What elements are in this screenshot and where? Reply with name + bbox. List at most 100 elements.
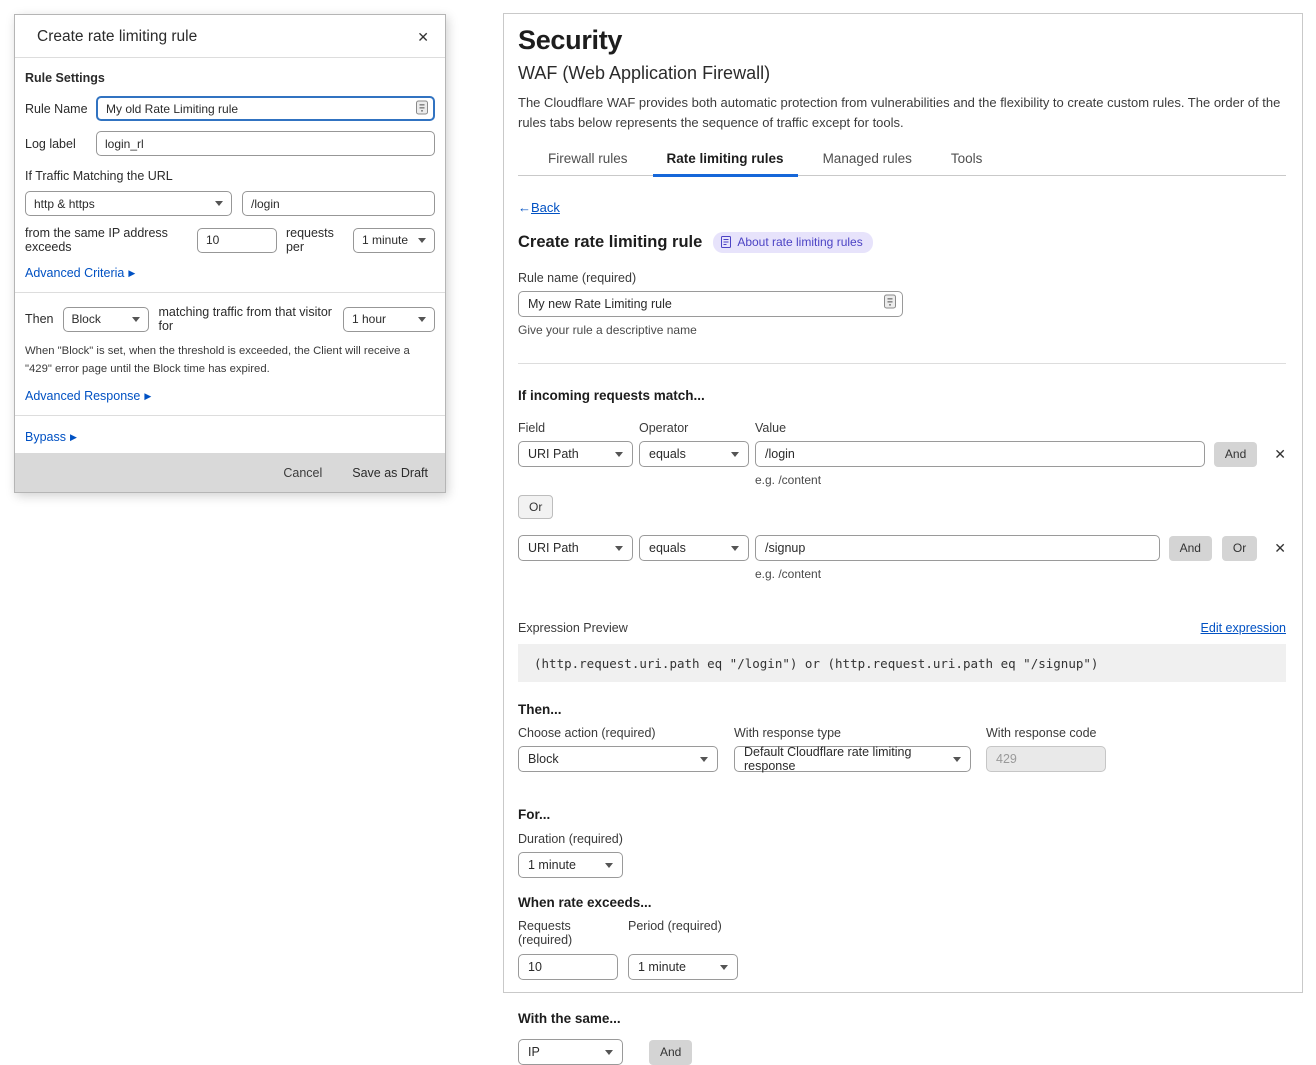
same-heading: With the same... xyxy=(518,1011,1286,1026)
chevron-down-icon xyxy=(605,863,613,868)
divider xyxy=(518,363,1286,364)
choose-action-label: Choose action (required) xyxy=(518,726,734,740)
period-select[interactable]: 1 minute xyxy=(628,954,738,980)
condition-row: URI Path equals And ✕ xyxy=(518,441,1286,467)
rule-settings-heading: Rule Settings xyxy=(25,71,435,85)
chevron-down-icon xyxy=(132,317,140,322)
duration-select[interactable]: 1 minute xyxy=(518,852,623,878)
condition-row: URI Path equals And Or ✕ xyxy=(518,535,1286,561)
period-select[interactable]: 1 minute xyxy=(353,228,435,253)
response-code-label: With response code xyxy=(986,726,1106,740)
about-rate-limiting-badge[interactable]: About rate limiting rules xyxy=(713,232,872,253)
bypass-link[interactable]: Bypass ▶ xyxy=(25,430,77,444)
block-duration-select[interactable]: 1 hour xyxy=(343,307,435,332)
rule-name-input[interactable] xyxy=(96,96,435,121)
form-title: Create rate limiting rule xyxy=(518,233,702,252)
rule-name-label: Rule Name xyxy=(25,102,96,116)
value-input[interactable] xyxy=(755,441,1205,467)
tab-rate-limiting-rules[interactable]: Rate limiting rules xyxy=(665,147,786,175)
url-pattern-input[interactable] xyxy=(242,191,435,216)
url-match-row: http & https xyxy=(25,191,435,216)
save-as-draft-button[interactable]: Save as Draft xyxy=(352,466,428,480)
and-button[interactable]: And xyxy=(1169,536,1212,561)
field-label: Field xyxy=(518,421,639,435)
expand-arrow-icon: ▶ xyxy=(128,268,135,279)
log-label-row: Log label xyxy=(25,131,435,156)
operator-label: Operator xyxy=(639,421,755,435)
value-hint: e.g. /content xyxy=(755,567,1286,581)
or-button[interactable]: Or xyxy=(1222,536,1257,561)
tab-firewall-rules[interactable]: Firewall rules xyxy=(546,147,630,175)
field-select[interactable]: URI Path xyxy=(518,535,633,561)
action-select[interactable]: Block xyxy=(63,307,149,332)
requests-per-text: requests per xyxy=(286,226,345,254)
response-code-input xyxy=(986,746,1106,772)
expression-preview-label: Expression Preview xyxy=(518,621,628,635)
document-icon xyxy=(721,236,731,248)
matching-text: matching traffic from that visitor for xyxy=(159,305,335,333)
edit-expression-link[interactable]: Edit expression xyxy=(1201,621,1286,635)
back-arrow-icon: ← xyxy=(518,200,531,215)
remove-condition-icon[interactable]: ✕ xyxy=(1274,446,1286,463)
autofill-icon[interactable] xyxy=(416,100,428,117)
expand-arrow-icon: ▶ xyxy=(70,432,77,443)
page-subtitle: WAF (Web Application Firewall) xyxy=(518,63,1286,84)
expand-arrow-icon: ▶ xyxy=(144,391,151,402)
then-row: Then Block matching traffic from that vi… xyxy=(25,305,435,333)
rule-name-input-wrap xyxy=(96,96,435,121)
waf-tabs: Firewall rules Rate limiting rules Manag… xyxy=(518,147,1286,176)
scheme-select[interactable]: http & https xyxy=(25,191,232,216)
tab-managed-rules[interactable]: Managed rules xyxy=(821,147,914,175)
close-icon[interactable]: ✕ xyxy=(417,30,429,44)
rule-name-row: Rule Name xyxy=(25,96,435,121)
dialog-footer: Cancel Save as Draft xyxy=(15,453,445,492)
chevron-down-icon xyxy=(953,757,961,762)
field-select[interactable]: URI Path xyxy=(518,441,633,467)
chevron-down-icon xyxy=(418,317,426,322)
chevron-down-icon xyxy=(215,201,223,206)
security-waf-panel: Security WAF (Web Application Firewall) … xyxy=(503,13,1303,993)
action-select[interactable]: Block xyxy=(518,746,718,772)
chevron-down-icon xyxy=(720,965,728,970)
chevron-down-icon xyxy=(731,546,739,551)
characteristic-select[interactable]: IP xyxy=(518,1039,623,1065)
advanced-criteria-link[interactable]: Advanced Criteria ▶ xyxy=(25,266,135,280)
dialog-title: Create rate limiting rule xyxy=(37,28,197,46)
exceeds-text: from the same IP address exceeds xyxy=(25,226,189,254)
requests-input[interactable] xyxy=(518,954,618,980)
advanced-response-link[interactable]: Advanced Response ▶ xyxy=(25,389,151,403)
create-rate-limit-dialog: Create rate limiting rule ✕ Rule Setting… xyxy=(14,14,446,493)
rate-heading: When rate exceeds... xyxy=(518,895,1286,910)
chevron-down-icon xyxy=(615,546,623,551)
autofill-icon[interactable] xyxy=(884,295,896,314)
tab-tools[interactable]: Tools xyxy=(949,147,985,175)
remove-condition-icon[interactable]: ✕ xyxy=(1274,540,1286,557)
traffic-matching-label: If Traffic Matching the URL xyxy=(25,169,435,183)
for-heading: For... xyxy=(518,807,1286,822)
rule-name-input[interactable] xyxy=(518,291,903,317)
rule-name-help: Give your rule a descriptive name xyxy=(518,323,1286,337)
threshold-row: from the same IP address exceeds request… xyxy=(25,226,435,254)
value-hint: e.g. /content xyxy=(755,473,1286,487)
chevron-down-icon xyxy=(605,1050,613,1055)
chevron-down-icon xyxy=(700,757,708,762)
divider xyxy=(15,292,445,293)
then-heading: Then... xyxy=(518,702,1286,717)
same-and-button[interactable]: And xyxy=(649,1040,692,1065)
log-label-label: Log label xyxy=(25,137,96,151)
operator-select[interactable]: equals xyxy=(639,441,749,467)
page-description: The Cloudflare WAF provides both automat… xyxy=(518,93,1286,132)
value-input[interactable] xyxy=(755,535,1160,561)
period-label: Period (required) xyxy=(628,919,722,947)
value-label: Value xyxy=(755,421,786,435)
back-link[interactable]: ←Back xyxy=(518,200,560,215)
form-title-row: Create rate limiting rule About rate lim… xyxy=(518,232,1286,253)
response-type-select[interactable]: Default Cloudflare rate limiting respons… xyxy=(734,746,971,772)
or-button[interactable]: Or xyxy=(518,495,553,519)
then-text: Then xyxy=(25,312,54,326)
requests-count-input[interactable] xyxy=(197,228,277,253)
log-label-input[interactable] xyxy=(96,131,435,156)
operator-select[interactable]: equals xyxy=(639,535,749,561)
cancel-button[interactable]: Cancel xyxy=(283,466,322,480)
and-button[interactable]: And xyxy=(1214,442,1257,467)
